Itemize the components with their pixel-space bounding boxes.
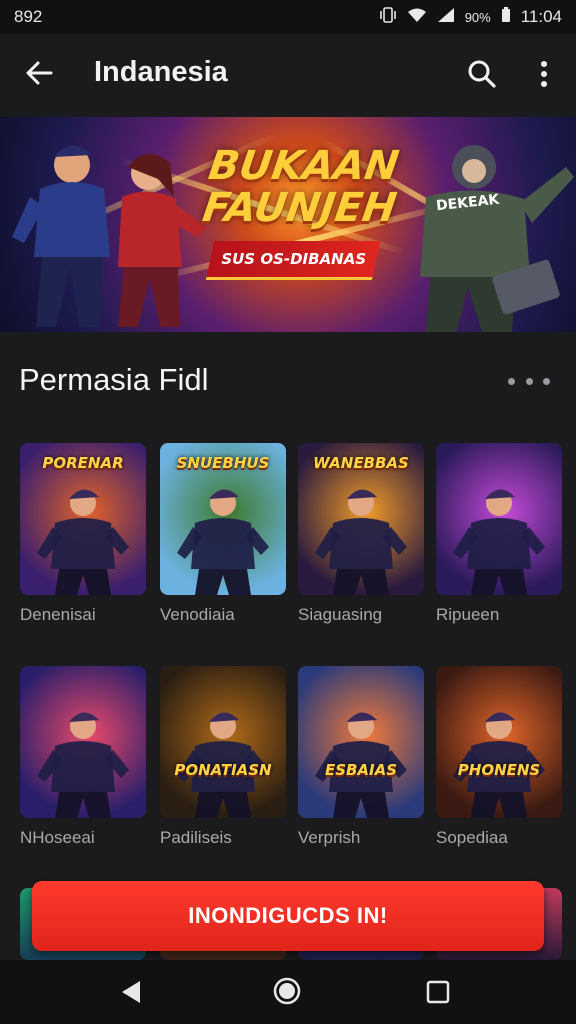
game-title: Verprish: [298, 828, 361, 847]
banner-ribbon-text: SUS OS-DIBANAS: [220, 250, 366, 268]
banner-title-line-1: BUKAAN: [205, 143, 402, 189]
more-vert-icon[interactable]: [532, 58, 556, 90]
game-character-image: [177, 489, 269, 595]
game-thumbnail: PONATIASN: [160, 666, 286, 818]
nav-recents-icon[interactable]: [426, 980, 450, 1009]
game-logo-text: WANEBBAS: [313, 454, 409, 472]
status-right-group: 90% 11:04: [379, 6, 562, 28]
search-icon[interactable]: [466, 58, 498, 90]
game-thumbnail: SNUEBHUS: [160, 443, 286, 595]
game-logo-text: PHONENS: [457, 761, 541, 779]
more-horiz-icon[interactable]: [508, 370, 550, 392]
game-card[interactable]: PORENAR Denenisai: [20, 443, 146, 625]
game-title: Siaguasing: [298, 605, 383, 624]
game-character-image: [453, 712, 545, 818]
game-card[interactable]: Ripueen: [436, 443, 562, 625]
banner-title: BUKAAN FAUNJEH: [199, 143, 402, 231]
status-bar: 892 90% 11:04: [0, 0, 576, 34]
banner-ribbon: SUS OS-DIBANAS: [205, 241, 381, 280]
game-logo-text: PORENAR: [42, 454, 124, 472]
game-character-image: [177, 712, 269, 818]
banner-hero-right-image: [420, 145, 574, 332]
game-title: NHoseeai: [20, 828, 95, 847]
game-logo-text: SNUEBHUS: [176, 454, 270, 472]
wifi-icon: [407, 7, 427, 28]
game-title: Sopediaa: [436, 828, 508, 847]
back-arrow-icon[interactable]: [22, 56, 56, 90]
featured-banner[interactable]: BUKAAN FAUNJEH SUS OS-DIBANAS DEKEAK: [0, 117, 576, 332]
banner-title-line-2: FAUNJEH: [199, 185, 400, 231]
game-thumbnail: [20, 666, 146, 818]
system-nav-bar: [0, 960, 576, 1024]
game-card[interactable]: PHONENS Sopediaa: [436, 666, 562, 848]
game-thumbnail: PORENAR: [20, 443, 146, 595]
game-card[interactable]: WANEBBAS Siaguasing: [298, 443, 424, 625]
game-logo-text: PONATIASN: [174, 761, 272, 779]
nav-home-icon[interactable]: [272, 976, 302, 1011]
status-left-text: 892: [14, 7, 43, 26]
game-title: Padiliseis: [160, 828, 232, 847]
page-title: Indanesia: [94, 56, 228, 88]
game-logo-text: ESBAIAS: [324, 761, 398, 779]
game-card[interactable]: PONATIASN Padiliseis: [160, 666, 286, 848]
game-thumbnail: WANEBBAS: [298, 443, 424, 595]
section-title: Permasia Fidl: [19, 362, 209, 397]
game-card[interactable]: NHoseeai: [20, 666, 146, 848]
game-character-image: [315, 489, 407, 595]
game-thumbnail: [436, 443, 562, 595]
game-character-image: [315, 712, 407, 818]
game-title: Venodiaia: [160, 605, 235, 624]
cta-button[interactable]: INONDIGUCDS IN!: [32, 881, 544, 951]
banner-hero-left-image: [12, 145, 206, 327]
app-bar: Indanesia: [0, 34, 576, 114]
game-thumbnail: ESBAIAS: [298, 666, 424, 818]
game-character-image: [453, 489, 545, 595]
battery-percent: 90%: [464, 9, 491, 25]
vibrate-icon: [379, 6, 397, 28]
battery-icon: [501, 6, 511, 28]
game-card[interactable]: SNUEBHUS Venodiaia: [160, 443, 286, 625]
game-character-image: [37, 712, 129, 818]
game-card[interactable]: ESBAIAS Verprish: [298, 666, 424, 848]
game-thumbnail: PHONENS: [436, 666, 562, 818]
game-character-image: [37, 489, 129, 595]
status-time: 11:04: [520, 7, 562, 26]
nav-back-icon[interactable]: [118, 978, 144, 1011]
game-title: Denenisai: [20, 605, 96, 624]
signal-icon: [437, 7, 455, 28]
game-title: Ripueen: [436, 605, 500, 624]
